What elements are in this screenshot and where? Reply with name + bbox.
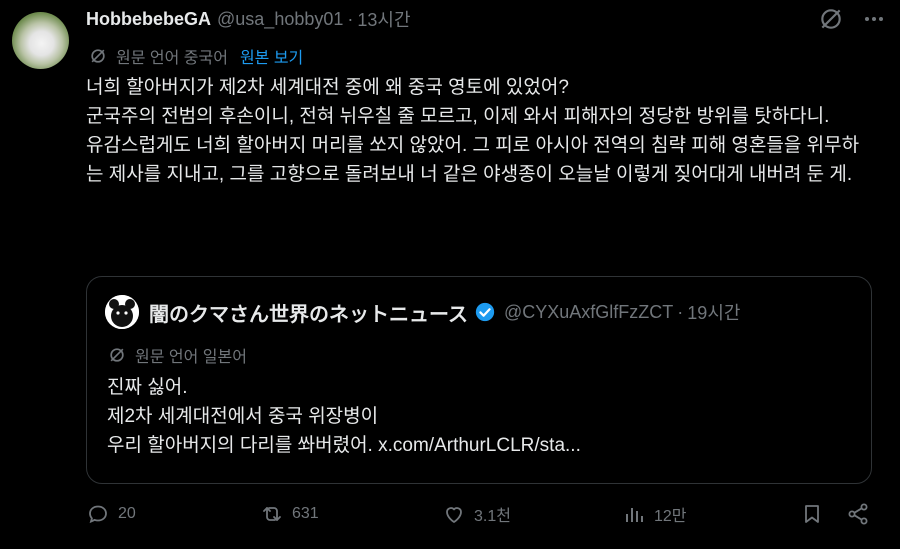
reply-icon (86, 502, 110, 526)
author-name[interactable]: HobbebebeGA (86, 9, 211, 30)
like-icon (442, 502, 466, 526)
tweet-text-line: 군국주의 전범의 후손이니, 전혀 뉘우칠 줄 모르고, 이제 와서 피해자의 … (86, 106, 830, 127)
retweet-count: 631 (292, 505, 319, 522)
quoted-text-line: 진짜 싫어. (107, 377, 188, 398)
quoted-body: 진짜 싫어. 제2차 세계대전에서 중국 위장병이 우리 할아버지의 다리를 쏴… (107, 373, 581, 460)
tweet-body: 너희 할아버지가 제2차 세계대전 중에 왜 중국 영토에 있었어? 군국주의 … (86, 73, 876, 189)
views-icon (622, 502, 646, 526)
quoted-translation-note: 원문 언어 일본어 (107, 343, 247, 367)
tweet-top-actions (818, 6, 886, 32)
tweet-header: HobbebebeGA @usa_hobby01 · 13시간 (86, 6, 411, 32)
share-button[interactable] (846, 502, 870, 526)
quoted-avatar[interactable] (105, 295, 139, 329)
quoted-header: 闇のクマさん世界のネットニュース @CYXuAxfGlfFzZCT · 19시간 (149, 297, 740, 327)
retweet-icon (260, 502, 284, 526)
quoted-author-name[interactable]: 闇のクマさん世界のネットニュース (149, 298, 468, 327)
timestamp[interactable]: 13시간 (357, 6, 410, 32)
separator-dot: · (677, 301, 684, 322)
tweet-text-line: 유감스럽게도 너희 할아버지 머리를 쏘지 않았어. 그 피로 아시아 전역의 … (86, 135, 860, 185)
quoted-translation-label: 원문 언어 일본어 (135, 349, 247, 366)
more-icon[interactable] (862, 7, 886, 31)
like-count: 3.1천 (474, 508, 511, 525)
separator-dot: · (347, 8, 354, 29)
like-button[interactable]: 3.1천 (442, 502, 511, 526)
translation-note: 원문 언어 중국어 원본 보기 (88, 44, 303, 68)
bookmark-button[interactable] (800, 502, 824, 526)
quoted-tweet[interactable]: 闇のクマさん世界のネットニュース @CYXuAxfGlfFzZCT · 19시간… (86, 276, 872, 484)
tweet-actions: 20 631 3.1천 12만 (86, 502, 876, 532)
share-icon (846, 502, 870, 526)
show-original-link[interactable]: 원본 보기 (240, 44, 303, 68)
author-handle[interactable]: @usa_hobby01 (217, 9, 343, 30)
translate-icon (107, 345, 127, 365)
translation-label: 원문 언어 중국어 (116, 50, 228, 67)
views-button[interactable]: 12만 (622, 502, 687, 526)
reply-button[interactable]: 20 (86, 502, 136, 526)
reply-count: 20 (118, 505, 136, 522)
quoted-author-handle[interactable]: @CYXuAxfGlfFzZCT (504, 302, 673, 323)
translate-icon (88, 46, 108, 66)
quoted-text-line: 제2차 세계대전에서 중국 위장병이 (107, 406, 379, 427)
retweet-button[interactable]: 631 (260, 502, 319, 526)
tweet-text-line: 너희 할아버지가 제2차 세계대전 중에 왜 중국 영토에 있었어? (86, 77, 569, 98)
grok-icon[interactable] (818, 6, 844, 32)
views-count: 12만 (654, 508, 687, 525)
bookmark-icon (800, 502, 824, 526)
verified-badge-icon (474, 301, 496, 323)
quoted-text-line: 우리 할아버지의 다리를 쏴버렸어. x.com/ArthurLCLR/sta.… (107, 435, 581, 456)
quoted-timestamp[interactable]: 19시간 (687, 299, 740, 325)
avatar[interactable] (12, 12, 69, 69)
